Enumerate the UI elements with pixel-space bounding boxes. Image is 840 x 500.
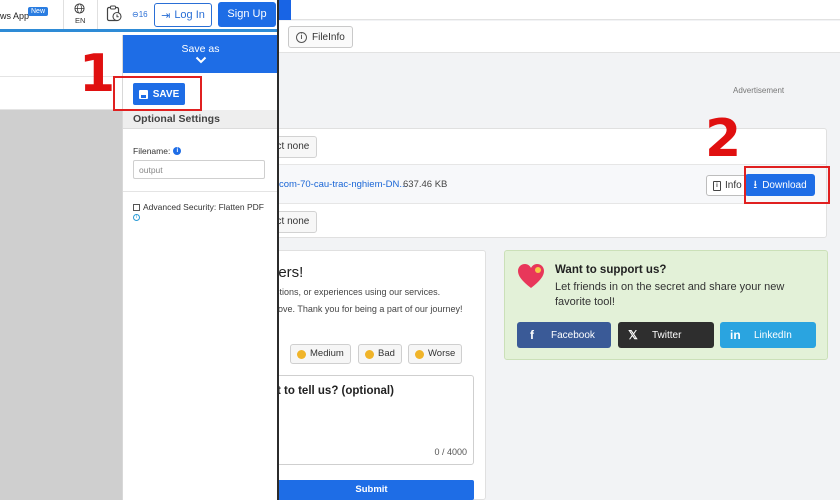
character-counter: 0 / 4000 xyxy=(434,447,467,457)
advanced-security-option[interactable]: Advanced Security: Flatten PDF xyxy=(133,202,264,212)
login-arrow-icon: ⇥ xyxy=(161,9,171,22)
file-toolbar: i FileInfo xyxy=(279,21,840,53)
login-button[interactable]: ⇥ Log In xyxy=(154,3,212,27)
heart-icon xyxy=(518,264,544,288)
feedback-panel: tters! estions, or experiences using our… xyxy=(279,250,486,500)
share-facebook-button[interactable]: f Facebook xyxy=(517,322,611,348)
info-label: Info xyxy=(725,180,742,191)
info-button[interactable]: i Info xyxy=(706,175,749,196)
save-as-title: Save as xyxy=(181,43,220,55)
share-linkedin-button[interactable]: in LinkedIn xyxy=(720,322,816,348)
info-icon[interactable]: i xyxy=(173,147,182,155)
topbar-divider xyxy=(97,0,98,29)
support-panel: Want to support us? Let friends in on th… xyxy=(504,250,828,360)
rating-bad-button[interactable]: Bad xyxy=(358,344,402,364)
x-twitter-icon: 𝕏 xyxy=(628,328,638,342)
right-page: i FileInfo Advertisement ect none com-70… xyxy=(279,0,840,500)
top-bar-blue-edge xyxy=(279,0,291,20)
save-as-header[interactable]: Save as xyxy=(123,35,277,73)
file-name-link[interactable]: com-70-cau-trac-nghiem-DN... xyxy=(279,179,407,190)
sad-face-icon xyxy=(365,349,374,359)
select-none-button-top[interactable]: ect none xyxy=(279,136,318,158)
left-page: ws App New EN ⊖16 ⇥ Log In Sign Up Save … xyxy=(0,0,279,500)
fileinfo-label: FileInfo xyxy=(312,31,345,43)
facebook-icon: f xyxy=(530,328,534,342)
info-circle-icon: i xyxy=(296,31,307,43)
document-preview-area xyxy=(0,110,122,500)
new-badge: New xyxy=(28,7,49,16)
chevron-down-icon xyxy=(195,56,206,64)
feedback-question: nt to tell us? (optional) xyxy=(279,385,394,397)
credits-counter: ⊖16 xyxy=(132,10,148,19)
annotation-box-download xyxy=(744,166,830,204)
filename-label: Filename: i xyxy=(133,146,182,156)
rating-medium-button[interactable]: Medium xyxy=(290,344,351,364)
filename-input[interactable] xyxy=(133,160,265,179)
annotation-step-2: 2 xyxy=(705,109,742,169)
support-text: Let friends in on the secret and share y… xyxy=(555,281,785,308)
left-top-bar: ws App New EN ⊖16 ⇥ Log In Sign Up xyxy=(0,0,277,32)
language-selector[interactable]: EN xyxy=(75,16,85,25)
linkedin-icon: in xyxy=(730,328,741,342)
feedback-text: estions, or experiences using our servic… xyxy=(279,287,463,314)
flatten-pdf-checkbox[interactable] xyxy=(133,203,140,211)
advanced-security-label: Advanced Security: Flatten PDF xyxy=(143,202,264,212)
optional-settings-title: Optional Settings xyxy=(133,113,220,125)
globe-icon xyxy=(74,3,85,14)
topbar-divider xyxy=(63,0,64,29)
rating-worse-button[interactable]: Worse xyxy=(408,344,463,364)
submit-button[interactable]: Submit xyxy=(279,480,474,500)
annotation-box-save xyxy=(113,76,202,111)
feedback-title: tters! xyxy=(279,264,304,281)
right-top-bar xyxy=(279,0,840,20)
advanced-info-icon[interactable]: i xyxy=(133,214,140,221)
select-none-button-bottom[interactable]: ect none xyxy=(279,211,318,233)
panel-divider xyxy=(123,191,277,192)
angry-face-icon xyxy=(415,349,424,359)
annotation-step-1: 1 xyxy=(79,44,116,104)
file-size: 637.46 KB xyxy=(403,179,448,190)
document-info-icon: i xyxy=(713,180,721,191)
fileinfo-button[interactable]: i FileInfo xyxy=(288,26,353,48)
optional-settings-header: Optional Settings xyxy=(123,110,277,129)
advertisement-label: Advertisement xyxy=(733,86,785,95)
neutral-face-icon xyxy=(297,349,306,359)
app-link[interactable]: ws App xyxy=(0,11,29,21)
support-title: Want to support us? xyxy=(555,264,667,276)
signup-button[interactable]: Sign Up xyxy=(218,2,276,27)
feedback-textarea[interactable]: nt to tell us? (optional) 0 / 4000 xyxy=(279,375,474,465)
share-twitter-button[interactable]: 𝕏 Twitter xyxy=(618,322,714,348)
clipboard-clock-icon[interactable] xyxy=(106,5,122,22)
